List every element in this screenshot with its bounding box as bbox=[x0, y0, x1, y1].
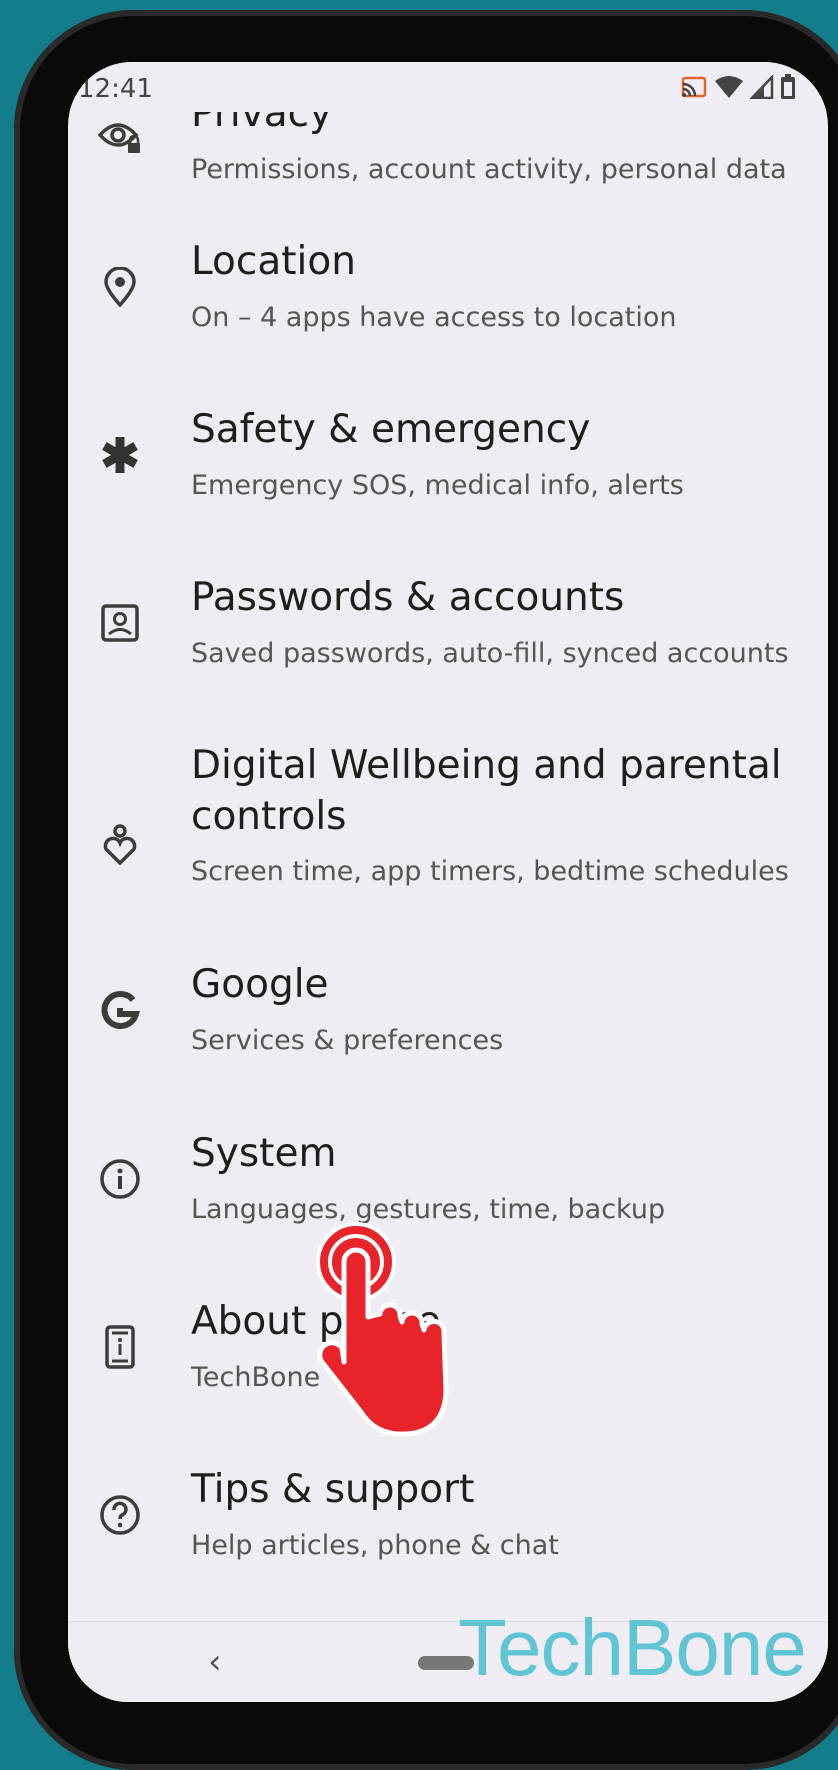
settings-item-google[interactable]: Google Services & preferences bbox=[68, 955, 828, 1105]
settings-item-subtitle: TechBone bbox=[191, 1362, 321, 1393]
settings-item-subtitle: Help articles, phone & chat bbox=[191, 1530, 559, 1561]
back-button[interactable]: ‹ bbox=[208, 1642, 222, 1682]
settings-item-subtitle: Screen time, app timers, bedtime schedul… bbox=[191, 856, 789, 887]
settings-item-digital-wellbeing[interactable]: Digital Wellbeing and parental controls … bbox=[68, 736, 828, 936]
settings-item-passwords[interactable]: Passwords & accounts Saved passwords, au… bbox=[68, 568, 828, 718]
wellbeing-icon bbox=[92, 816, 148, 872]
battery-icon bbox=[780, 74, 796, 104]
tap-hand-icon bbox=[316, 1222, 449, 1437]
settings-item-subtitle: On – 4 apps have access to location bbox=[191, 302, 677, 333]
settings-item-subtitle: Emergency SOS, medical info, alerts bbox=[191, 470, 684, 501]
navigation-bar: ‹ TechBone bbox=[68, 1603, 828, 1702]
asterisk-emergency-icon bbox=[92, 427, 148, 483]
signal-icon bbox=[749, 73, 774, 103]
settings-item-safety[interactable]: Safety & emergency Emergency SOS, medica… bbox=[68, 400, 828, 550]
settings-item-subtitle: Languages, gestures, time, backup bbox=[191, 1194, 666, 1225]
info-icon bbox=[92, 1151, 148, 1207]
settings-item-title: Location bbox=[191, 239, 356, 284]
settings-item-title: Google bbox=[191, 962, 329, 1007]
settings-item-title: Safety & emergency bbox=[191, 407, 591, 452]
location-pin-icon bbox=[92, 259, 148, 315]
wifi-icon bbox=[714, 75, 744, 103]
status-bar: 12:41 bbox=[68, 62, 828, 112]
status-icons bbox=[680, 73, 796, 104]
watermark: TechBone bbox=[458, 1603, 807, 1692]
privacy-eye-lock-icon bbox=[92, 109, 148, 165]
settings-item-subtitle: Services & preferences bbox=[191, 1025, 504, 1056]
settings-item-title: Digital Wellbeing and parental bbox=[191, 743, 782, 788]
settings-item-subtitle: Permissions, account activity, personal … bbox=[191, 154, 787, 185]
settings-item-title-line2: controls bbox=[191, 794, 347, 839]
account-box-icon bbox=[92, 595, 148, 651]
phone-frame: 12:41 Privacy Permissions, account activ… bbox=[14, 10, 838, 1770]
status-time: 12:41 bbox=[78, 74, 153, 104]
settings-item-title: System bbox=[191, 1131, 337, 1176]
settings-item-subtitle: Saved passwords, auto-fill, synced accou… bbox=[191, 638, 789, 669]
settings-item-title: Passwords & accounts bbox=[191, 575, 625, 620]
phone-info-icon bbox=[92, 1319, 148, 1375]
settings-item-title: Tips & support bbox=[191, 1467, 475, 1512]
google-g-icon bbox=[92, 982, 148, 1038]
screen: 12:41 Privacy Permissions, account activ… bbox=[68, 62, 828, 1702]
settings-item-location[interactable]: Location On – 4 apps have access to loca… bbox=[68, 232, 828, 382]
help-icon bbox=[92, 1487, 148, 1543]
settings-item-tips-support[interactable]: Tips & support Help articles, phone & ch… bbox=[68, 1460, 828, 1610]
cast-icon bbox=[680, 75, 708, 103]
